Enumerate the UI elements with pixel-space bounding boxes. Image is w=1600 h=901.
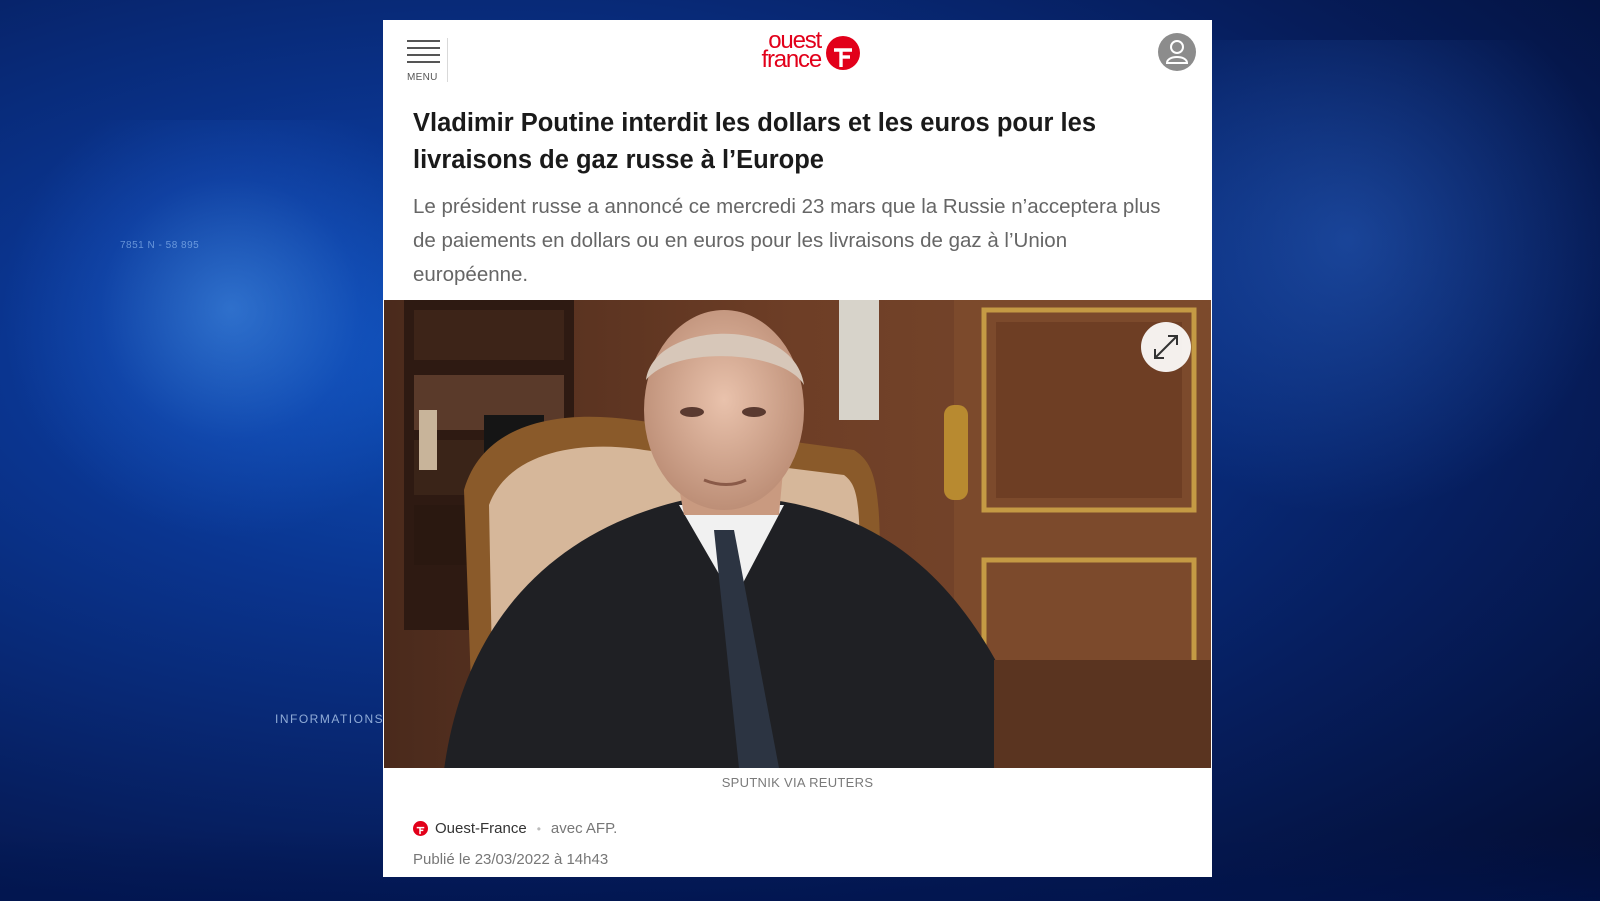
article-lead: Le président russe a annoncé ce mercredi… [413,195,1161,286]
background-informations-label: INFORMATIONS [275,712,385,726]
user-icon [1165,40,1189,64]
background-glow-left [0,120,420,540]
expand-image-button[interactable] [1141,322,1191,372]
site-header: MENU ouest france [383,20,1212,90]
background-coordinates: 7851 N - 58 895 [120,240,200,251]
hamburger-icon [407,40,440,42]
ouest-france-logo-icon [413,821,428,836]
background-glow-right [1180,40,1600,540]
article-photo[interactable] [384,300,1211,768]
logo-mark-icon [826,36,860,70]
ouest-france-logo[interactable]: ouest france [736,29,861,76]
article-headline: Vladimir Poutine interdit les dollars et… [413,109,1097,174]
byline-separator: • [536,821,541,836]
user-account-button[interactable] [1158,33,1196,71]
article-source-link[interactable]: Ouest-France [435,820,527,837]
menu-label: MENU [407,72,438,83]
photo-credit: SPUTNIK VIA REUTERS [721,775,874,790]
logo-wordmark: ouest france [761,29,822,73]
article-card: MENU ouest france Vladimir Poutine inter… [383,20,1212,877]
hamburger-line [407,47,440,49]
expand-icon [1154,335,1178,359]
publication-date: Publié le 23/03/2022 à 14h43 [413,851,609,868]
photo-illustration [384,300,1211,768]
article-byline: Ouest-France • avec AFP. [413,820,617,837]
hamburger-line [407,61,440,63]
hamburger-line [407,54,440,56]
logo-line-france: france [761,46,822,73]
article-agency: avec AFP. [550,820,618,837]
menu-button[interactable]: MENU [407,38,448,83]
